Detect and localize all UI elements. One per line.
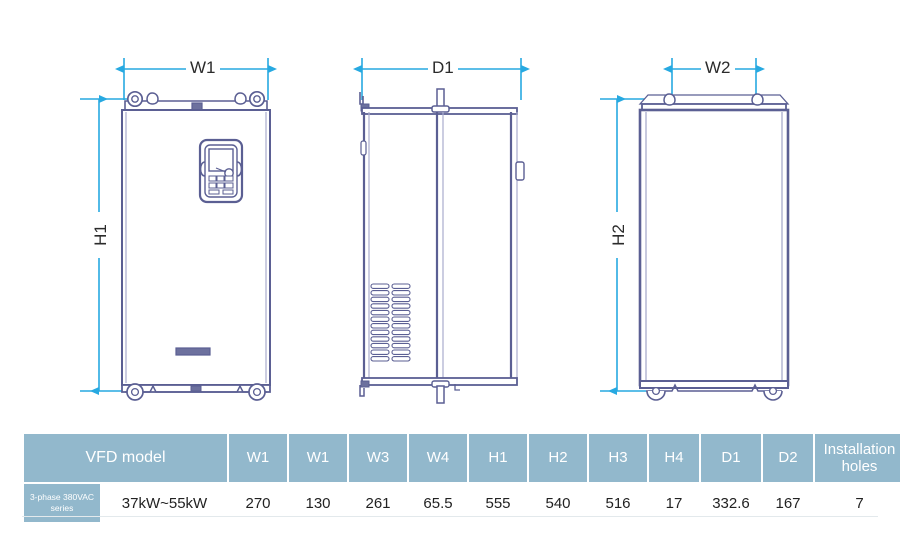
- ventilation-slots: [370, 283, 411, 362]
- table-bottom-divider: [22, 516, 878, 517]
- table-header-d2: D2: [763, 434, 813, 482]
- table-header-d1: D1: [701, 434, 761, 482]
- table-header-w3: W3: [349, 434, 407, 482]
- dimension-table-wrapper: VFD model W1 W1 W3 W4 H1 H2 H3 H4 D1 D2 …: [22, 432, 900, 524]
- table-header-installation-holes: Installation holes: [815, 434, 900, 482]
- dimension-label-h2: H2: [606, 220, 631, 250]
- dimension-table: VFD model W1 W1 W3 W4 H1 H2 H3 H4 D1 D2 …: [22, 432, 900, 524]
- drawing-canvas: W1 H1 D1 W2 H2 VFD model W1 W1 W3 W4 H1 …: [0, 0, 900, 549]
- table-header-w1a: W1: [229, 434, 287, 482]
- table-header-h3: H3: [589, 434, 647, 482]
- table-header-row: VFD model W1 W1 W3 W4 H1 H2 H3 H4 D1 D2 …: [24, 434, 900, 482]
- table-header-h2: H2: [529, 434, 587, 482]
- dimension-label-w1: W1: [186, 58, 220, 78]
- dimension-label-h1: H1: [88, 220, 113, 250]
- table-header-w4: W4: [409, 434, 467, 482]
- table-header-h4: H4: [649, 434, 699, 482]
- dimension-label-d1: D1: [428, 58, 458, 78]
- table-header-h1: H1: [469, 434, 527, 482]
- table-header-model: VFD model: [24, 434, 227, 482]
- dimension-label-w2: W2: [701, 58, 735, 78]
- table-header-w1b: W1: [289, 434, 347, 482]
